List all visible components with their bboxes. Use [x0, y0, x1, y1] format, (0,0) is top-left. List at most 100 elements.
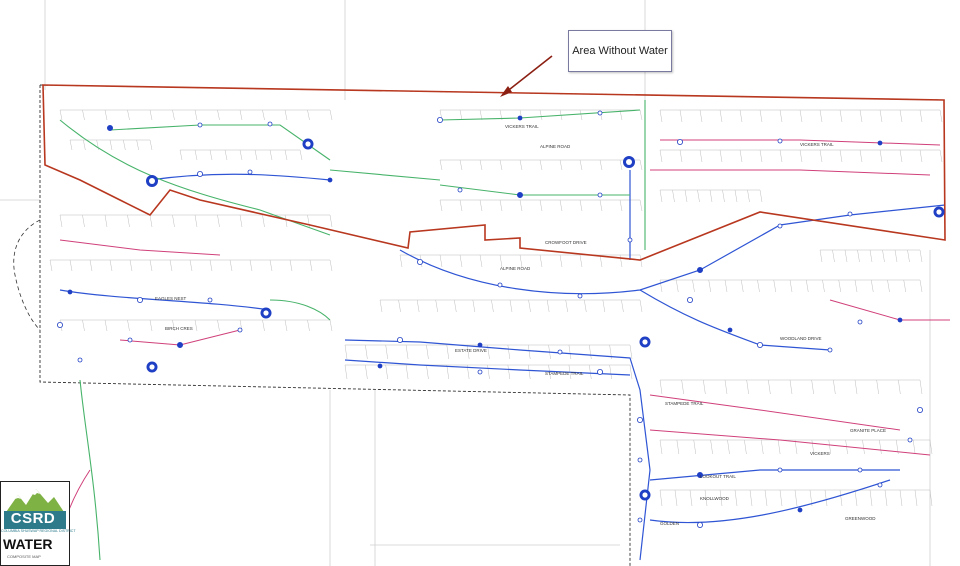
road-labels: VICKERS TRAIL ALPINE ROAD CROWFOOT DRIVE…	[155, 124, 886, 526]
lot-line	[799, 149, 803, 163]
hydrant-marker	[777, 138, 783, 144]
water-mains-magenta	[54, 139, 950, 561]
hydrant-marker	[797, 507, 803, 513]
lot-line	[919, 109, 923, 123]
hydrant-marker	[777, 467, 783, 473]
lot-line	[759, 109, 763, 123]
lot-line	[912, 439, 916, 455]
lot-line	[857, 249, 860, 263]
lot-line	[399, 254, 403, 268]
lot-line	[779, 489, 783, 507]
lot-line	[109, 259, 113, 272]
lot-line	[869, 249, 873, 263]
lot-line	[839, 489, 843, 507]
lot-line	[894, 249, 898, 263]
lot-line	[819, 149, 823, 163]
lot-line	[539, 159, 543, 171]
lot-line	[104, 214, 108, 228]
lot-line	[724, 379, 728, 395]
lot-line	[887, 279, 890, 293]
road-label: VICKERS	[810, 451, 830, 456]
road-label: BIRCH CRES	[165, 326, 193, 331]
lot-line	[734, 189, 738, 203]
lot-line	[719, 149, 723, 163]
hydrant-marker	[597, 110, 603, 116]
lot-line	[519, 159, 523, 171]
hydrant-marker	[637, 517, 643, 523]
lot-line	[919, 379, 923, 395]
lot-line	[779, 149, 783, 163]
lot-line	[454, 299, 457, 313]
hydrant-marker	[517, 115, 523, 121]
lot-line	[82, 319, 85, 332]
hydrant-marker	[897, 317, 903, 323]
lot-line	[719, 109, 723, 123]
lot-line	[123, 139, 126, 151]
road-label: WOODLAND DRIVE	[780, 336, 822, 341]
lot-line	[844, 249, 848, 263]
hydrant-marker	[847, 211, 853, 217]
lot-line	[459, 199, 463, 212]
lot-line	[659, 439, 663, 455]
lot-line	[672, 189, 675, 203]
lot-line	[284, 149, 288, 161]
hydrant-marker	[436, 117, 443, 124]
hydrant-marker	[67, 289, 73, 295]
lot-line	[405, 344, 409, 360]
hydrant-symbols	[57, 110, 924, 529]
hydrant-marker	[107, 125, 114, 132]
lot-line	[859, 109, 863, 123]
lot-line	[811, 379, 814, 395]
hydrant-marker	[457, 187, 463, 193]
lot-line	[709, 189, 713, 203]
lot-line	[879, 109, 883, 123]
hydrant-marker	[247, 169, 253, 175]
lot-line	[127, 214, 130, 228]
hydrant-marker	[857, 467, 863, 473]
lot-line	[307, 319, 310, 332]
road-label: STAMPEDE TRAIL	[545, 371, 584, 376]
lot-line	[674, 489, 678, 507]
hydrant-marker	[77, 357, 83, 363]
hydrant-marker	[377, 363, 383, 369]
lot-line	[172, 109, 175, 121]
lot-line	[82, 109, 85, 121]
lot-line	[659, 489, 663, 507]
lot-line	[824, 489, 828, 507]
lot-line	[599, 199, 603, 212]
lot-line	[744, 439, 747, 455]
lot-line	[539, 254, 543, 268]
lot-line	[269, 259, 273, 272]
lot-line	[697, 189, 700, 203]
lot-line	[69, 259, 73, 272]
lot-line	[546, 299, 550, 313]
lot-line	[794, 489, 798, 507]
road-label: ESTATE DRIVE	[455, 348, 487, 353]
lot-line	[639, 254, 643, 268]
lot-line	[127, 109, 130, 121]
lot-line	[104, 319, 108, 332]
lot-line	[639, 109, 643, 121]
lot-line	[621, 299, 624, 313]
lot-line	[659, 279, 663, 293]
csrd-logo: CSRD COLUMBIA SHUSWAP REGIONAL DISTRICT …	[0, 481, 76, 566]
lot-line	[49, 259, 53, 272]
lot-line	[689, 489, 693, 507]
lot-line	[679, 109, 683, 123]
lot-line	[589, 344, 592, 360]
lot-line	[819, 109, 823, 123]
reservoir-icon	[146, 361, 158, 373]
west-dashed-line	[13, 219, 41, 331]
reservoir-icon	[933, 206, 945, 218]
lot-line	[194, 109, 198, 121]
hydrant-marker	[207, 297, 213, 303]
lot-line	[269, 149, 273, 161]
road-label: GRANITE PLACE	[850, 428, 886, 433]
road-label: ALPINE ROAD	[540, 144, 571, 149]
lot-line	[509, 299, 513, 313]
hydrant-marker	[697, 522, 704, 529]
water-composite-map: VICKERS TRAIL ALPINE ROAD CROWFOOT DRIVE…	[0, 0, 950, 566]
lot-line	[109, 139, 113, 151]
lot-line	[459, 159, 463, 171]
hydrant-marker	[197, 122, 203, 128]
